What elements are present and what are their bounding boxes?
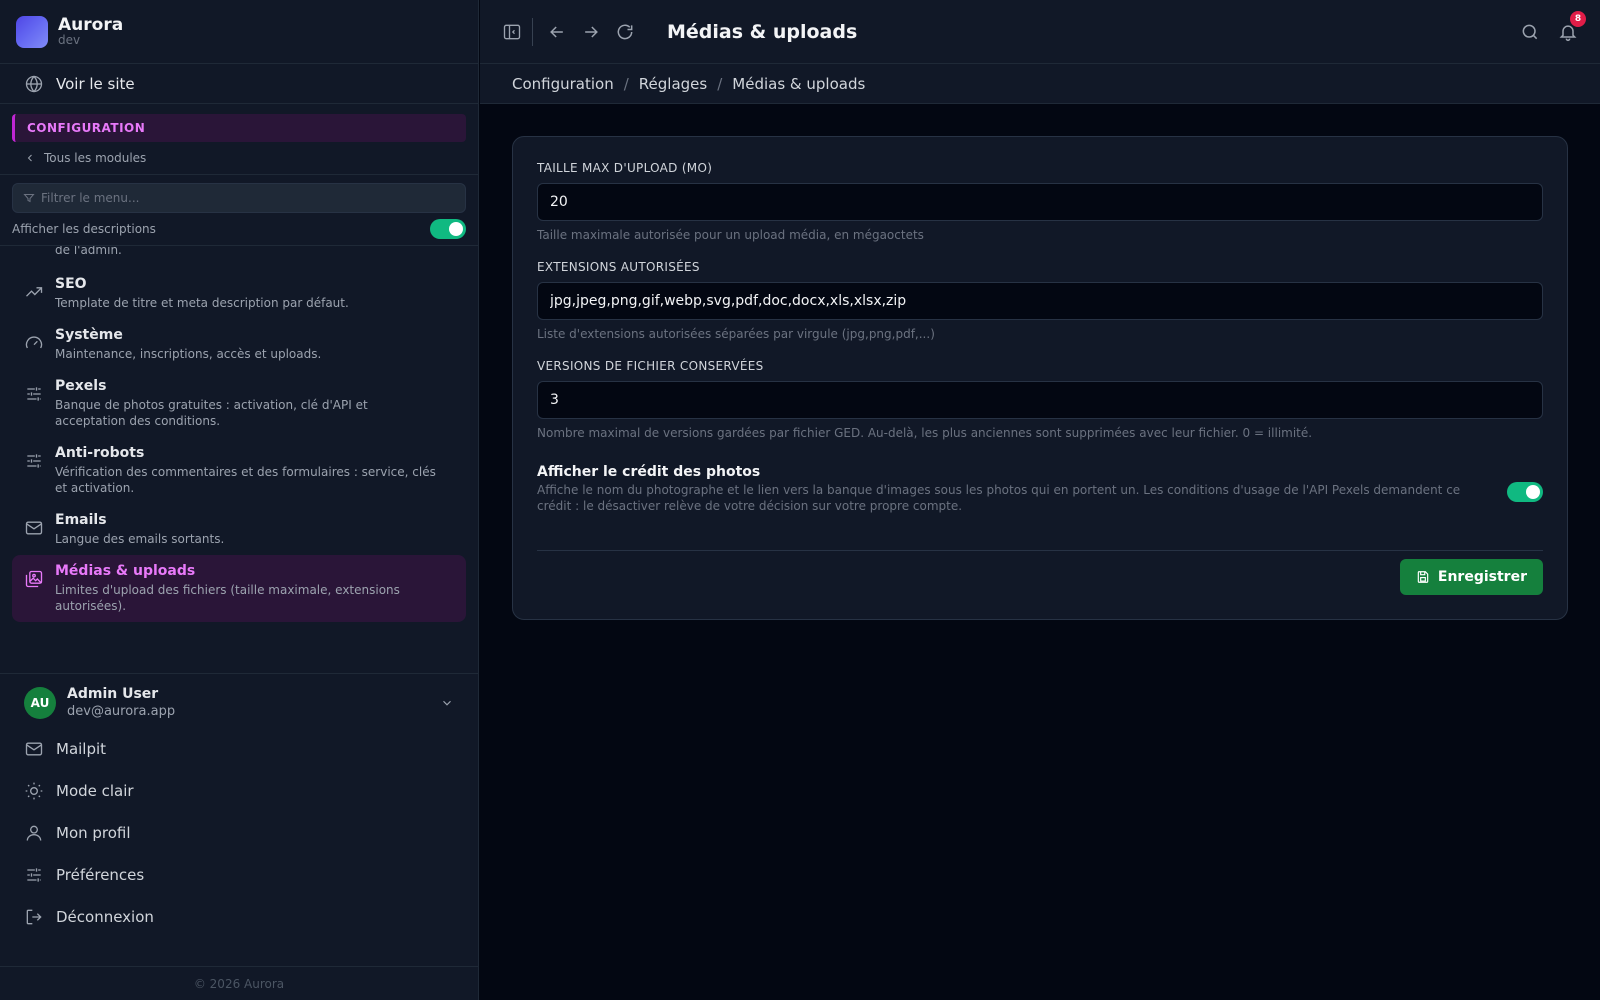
- breadcrumb-configuration[interactable]: Configuration: [512, 75, 614, 93]
- filter-menu-input[interactable]: [41, 191, 455, 205]
- sliders-icon: [24, 865, 44, 885]
- back-to-modules-label: Tous les modules: [44, 151, 147, 165]
- module-title: Système: [55, 327, 123, 343]
- show-descriptions-label: Afficher les descriptions: [12, 222, 156, 236]
- module-desc: Limites d'upload des fichiers (taille ma…: [55, 583, 400, 613]
- menu-item-label: Préférences: [56, 865, 145, 884]
- brand-env: dev: [58, 33, 81, 48]
- user-menu[interactable]: AU Admin User dev@aurora.app: [0, 674, 478, 728]
- field-extensions: EXTENSIONS AUTORISÉES Liste d'extensions…: [537, 260, 1543, 341]
- breadcrumb: Configuration / Réglages / Médias & uplo…: [480, 64, 1600, 104]
- topbar: Médias & uploads 8: [480, 0, 1600, 64]
- brand-logo: [16, 15, 48, 48]
- module-seo[interactable]: SEO Template de titre et meta descriptio…: [12, 268, 466, 319]
- forward-arrow-icon[interactable]: [577, 18, 605, 46]
- photo-credit-toggle[interactable]: [1507, 482, 1543, 502]
- section-header-configuration: CONFIGURATION: [12, 114, 466, 142]
- sliders-icon: [24, 384, 44, 404]
- menu-item-label: Mode clair: [56, 781, 134, 800]
- globe-icon: [24, 74, 44, 94]
- search-icon[interactable]: [1516, 18, 1544, 46]
- images-icon: [24, 569, 44, 589]
- module-desc: Banque de photos gratuites : activation,…: [55, 398, 368, 428]
- sun-icon: [24, 781, 44, 801]
- mail-icon: [24, 739, 44, 759]
- module-emails[interactable]: Emails Langue des emails sortants.: [12, 504, 466, 555]
- chevron-down-icon[interactable]: [440, 696, 454, 710]
- field-versions: VERSIONS DE FICHIER CONSERVÉES Nombre ma…: [537, 359, 1543, 440]
- photo-credit-title: Afficher le crédit des photos: [537, 464, 761, 480]
- show-descriptions-toggle[interactable]: [430, 219, 466, 239]
- toggle-sidebar-icon[interactable]: [498, 18, 526, 46]
- menu-item-label: Mailpit: [56, 739, 107, 758]
- mail-icon: [24, 518, 44, 538]
- module-pexels[interactable]: Pexels Banque de photos gratuites : acti…: [12, 370, 466, 437]
- field-help: Nombre maximal de versions gardées par f…: [537, 426, 1313, 440]
- module-title: Médias & uploads: [55, 563, 196, 579]
- clipped-module-desc: de l'admin.: [55, 245, 122, 257]
- back-arrow-icon[interactable]: [543, 18, 571, 46]
- module-desc: Langue des emails sortants.: [55, 532, 225, 546]
- module-list[interactable]: de l'admin. SEO Template de titre et met…: [0, 245, 478, 673]
- logout-icon: [24, 907, 44, 927]
- page-title: Médias & uploads: [667, 20, 858, 43]
- trending-up-icon: [24, 282, 44, 302]
- module-title: Anti-robots: [55, 445, 145, 461]
- sliders-icon: [24, 451, 44, 471]
- menu-item-mon-profil[interactable]: Mon profil: [0, 812, 478, 854]
- menu-item-mode-clair[interactable]: Mode clair: [0, 770, 478, 812]
- save-icon: [1416, 570, 1430, 584]
- user-name: Admin User: [67, 686, 159, 702]
- settings-panel: TAILLE MAX D'UPLOAD (MO) Taille maximale…: [512, 136, 1568, 620]
- versions-input[interactable]: [537, 381, 1543, 419]
- photo-credit-desc: Affiche le nom du photographe et le lien…: [537, 483, 1461, 513]
- menu-item-mailpit[interactable]: Mailpit: [0, 728, 478, 770]
- module-title: Emails: [55, 512, 107, 528]
- module-anti-robots[interactable]: Anti-robots Vérification des commentaire…: [12, 437, 466, 504]
- brand[interactable]: Aurora dev: [0, 0, 478, 64]
- field-help: Taille maximale autorisée pour un upload…: [537, 228, 924, 242]
- notifications-button[interactable]: 8: [1554, 10, 1586, 46]
- avatar: AU: [24, 686, 56, 719]
- brand-name: Aurora: [58, 14, 124, 35]
- save-label: Enregistrer: [1437, 569, 1527, 585]
- menu-item-label: Déconnexion: [56, 907, 154, 926]
- back-to-modules-link[interactable]: Tous les modules: [0, 142, 478, 174]
- field-help: Liste d'extensions autorisées séparées p…: [537, 327, 935, 341]
- sidebar-footer: © 2026 Aurora: [0, 966, 478, 1000]
- save-button[interactable]: Enregistrer: [1399, 559, 1543, 595]
- refresh-icon[interactable]: [611, 18, 639, 46]
- filter-icon: [23, 192, 35, 204]
- field-label: TAILLE MAX D'UPLOAD (MO): [537, 161, 713, 175]
- visit-site-label: Voir le site: [56, 74, 135, 93]
- menu-item-deconnexion[interactable]: Déconnexion: [0, 896, 478, 938]
- filter-menu: [12, 183, 466, 213]
- visit-site-link[interactable]: Voir le site: [0, 64, 478, 104]
- photo-credit-setting: Afficher le crédit des photos Affiche le…: [537, 464, 1543, 514]
- max-upload-input[interactable]: [537, 183, 1543, 221]
- field-max-upload: TAILLE MAX D'UPLOAD (MO) Taille maximale…: [537, 161, 1543, 242]
- gauge-icon: [24, 333, 44, 353]
- module-systeme[interactable]: Système Maintenance, inscriptions, accès…: [12, 319, 466, 370]
- field-label: VERSIONS DE FICHIER CONSERVÉES: [537, 359, 764, 373]
- breadcrumb-current: Médias & uploads: [732, 74, 866, 93]
- sidebar: Aurora dev Voir le site CONFIGURATION To…: [0, 0, 479, 1000]
- module-desc: Template de titre et meta description pa…: [55, 296, 349, 310]
- breadcrumb-reglages[interactable]: Réglages: [639, 75, 707, 93]
- user-email: dev@aurora.app: [67, 703, 176, 719]
- user-icon: [24, 823, 44, 843]
- module-desc: Vérification des commentaires et des for…: [55, 465, 436, 495]
- module-title: SEO: [55, 276, 87, 292]
- chevron-left-icon: [24, 152, 36, 164]
- module-medias-uploads[interactable]: Médias & uploads Limites d'upload des fi…: [12, 555, 466, 622]
- field-label: EXTENSIONS AUTORISÉES: [537, 260, 700, 274]
- notification-badge: 8: [1570, 10, 1586, 27]
- extensions-input[interactable]: [537, 282, 1543, 320]
- module-title: Pexels: [55, 378, 107, 394]
- menu-item-label: Mon profil: [56, 823, 131, 842]
- menu-item-preferences[interactable]: Préférences: [0, 854, 478, 896]
- module-desc: Maintenance, inscriptions, accès et uplo…: [55, 347, 322, 361]
